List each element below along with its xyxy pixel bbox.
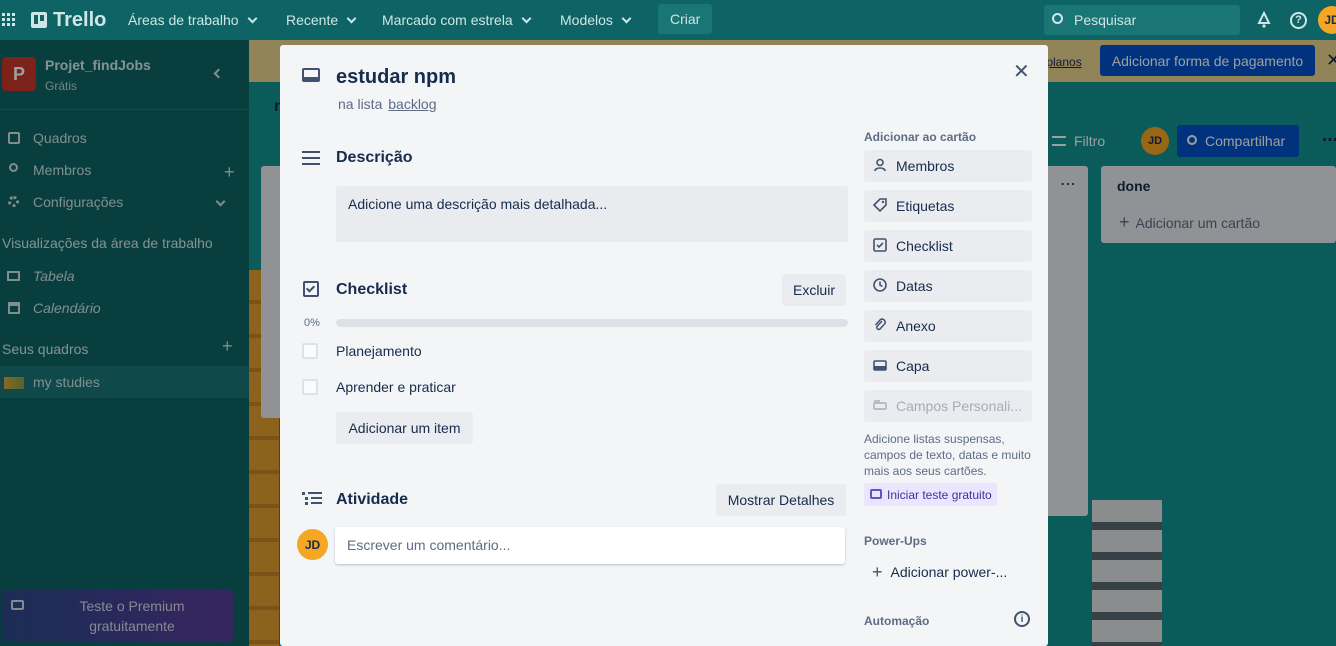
chevron-down-icon (346, 13, 357, 23)
help-icon[interactable]: ? (1290, 0, 1307, 40)
checklist-item-checkbox[interactable] (302, 379, 318, 395)
checklist-button[interactable]: Checklist (864, 230, 1032, 262)
clock-icon (873, 278, 887, 292)
menu-label: Modelos (560, 12, 613, 28)
logo-text: Trello (53, 8, 107, 31)
checklist-progress-bar (336, 319, 848, 327)
button-label: Checklist (896, 238, 953, 254)
checklist-item-label[interactable]: Planejamento (336, 343, 422, 359)
tag-icon (872, 198, 887, 213)
checklist-item-label[interactable]: Aprender e praticar (336, 379, 456, 395)
card-icon (302, 68, 320, 82)
custom-fields-button[interactable]: Campos Personali... (864, 390, 1032, 422)
add-to-card-header: Adicionar ao cartão (864, 130, 977, 144)
commenter-avatar[interactable]: JD (297, 529, 328, 560)
paperclip-icon (873, 318, 887, 332)
members-button[interactable]: Membros (864, 150, 1032, 182)
menu-label: Recente (286, 12, 339, 28)
checklist-heading: Checklist (336, 281, 408, 298)
button-label: Membros (896, 158, 955, 174)
chevron-down-icon (621, 13, 632, 23)
custom-fields-icon (873, 398, 887, 412)
card-title[interactable]: estudar npm (336, 66, 456, 89)
powerups-header: Power-Ups (864, 534, 927, 548)
button-label: Datas (896, 278, 933, 294)
checklist-item-checkbox[interactable] (302, 343, 318, 359)
user-avatar[interactable]: JD (1318, 6, 1336, 34)
notifications-icon[interactable] (1255, 0, 1273, 40)
apps-grid-icon[interactable] (2, 0, 16, 40)
activity-heading: Atividade (336, 491, 409, 508)
cover-button[interactable]: Capa (864, 350, 1032, 382)
menu-recent[interactable]: Recente (286, 0, 357, 40)
start-trial-button[interactable]: Iniciar teste gratuito (864, 483, 997, 506)
trial-label: Iniciar teste gratuito (887, 487, 992, 502)
menu-starred[interactable]: Marcado com estrela (382, 0, 532, 40)
attachment-button[interactable]: Anexo (864, 310, 1032, 342)
search-icon (1052, 13, 1063, 24)
add-powerup-button[interactable]: + Adicionar power-... (872, 562, 1007, 582)
comment-input[interactable]: Escrever um comentário... (335, 527, 845, 564)
checkbox-icon (873, 238, 887, 252)
create-button[interactable]: Criar (658, 4, 713, 34)
button-label: Anexo (896, 318, 936, 334)
checklist-progress-label: 0% (304, 317, 320, 329)
button-label: Etiquetas (896, 198, 955, 214)
menu-templates[interactable]: Modelos (560, 0, 632, 40)
menu-workspaces[interactable]: Áreas de trabalho (128, 0, 257, 40)
dates-button[interactable]: Datas (864, 270, 1032, 302)
card-list-info: na lista backlog (338, 96, 437, 112)
chevron-down-icon (247, 13, 257, 23)
list-link[interactable]: backlog (388, 96, 436, 112)
add-checklist-item-button[interactable]: Adicionar um item (336, 412, 473, 444)
delete-checklist-button[interactable]: Excluir (782, 274, 846, 306)
info-icon[interactable]: i (1014, 611, 1030, 627)
menu-label: Marcado com estrela (382, 12, 513, 28)
labels-button[interactable]: Etiquetas (864, 190, 1032, 222)
show-details-button[interactable]: Mostrar Detalhes (716, 484, 846, 516)
in-list-prefix: na lista (338, 96, 383, 112)
button-label: Capa (896, 358, 930, 374)
custom-fields-note: Adicione listas suspensas, campos de tex… (864, 432, 1031, 478)
plus-icon: + (872, 561, 883, 582)
person-icon (873, 158, 887, 172)
trello-logo-icon (31, 12, 47, 28)
chevron-down-icon (521, 13, 532, 23)
activity-icon (302, 492, 322, 506)
add-powerup-label: Adicionar power-... (890, 564, 1008, 580)
search-input[interactable]: Pesquisar (1044, 5, 1240, 35)
trello-logo[interactable]: Trello (31, 0, 106, 40)
button-label: Campos Personali... (896, 398, 1023, 414)
automation-header: Automação (864, 614, 930, 628)
top-bar: Trello Áreas de trabalho Recente Marcado… (0, 0, 1336, 40)
description-icon (302, 151, 320, 165)
close-icon[interactable]: ✕ (1013, 59, 1030, 84)
description-input[interactable]: Adicione uma descrição mais detalhada... (336, 186, 848, 242)
description-heading: Descrição (336, 149, 413, 166)
cover-icon (873, 358, 887, 372)
menu-label: Áreas de trabalho (128, 12, 239, 28)
card-detail-modal: estudar npm na lista backlog ✕ Descrição… (280, 45, 1048, 646)
search-placeholder: Pesquisar (1074, 12, 1137, 28)
briefcase-icon (870, 489, 882, 499)
checklist-icon (303, 281, 319, 297)
